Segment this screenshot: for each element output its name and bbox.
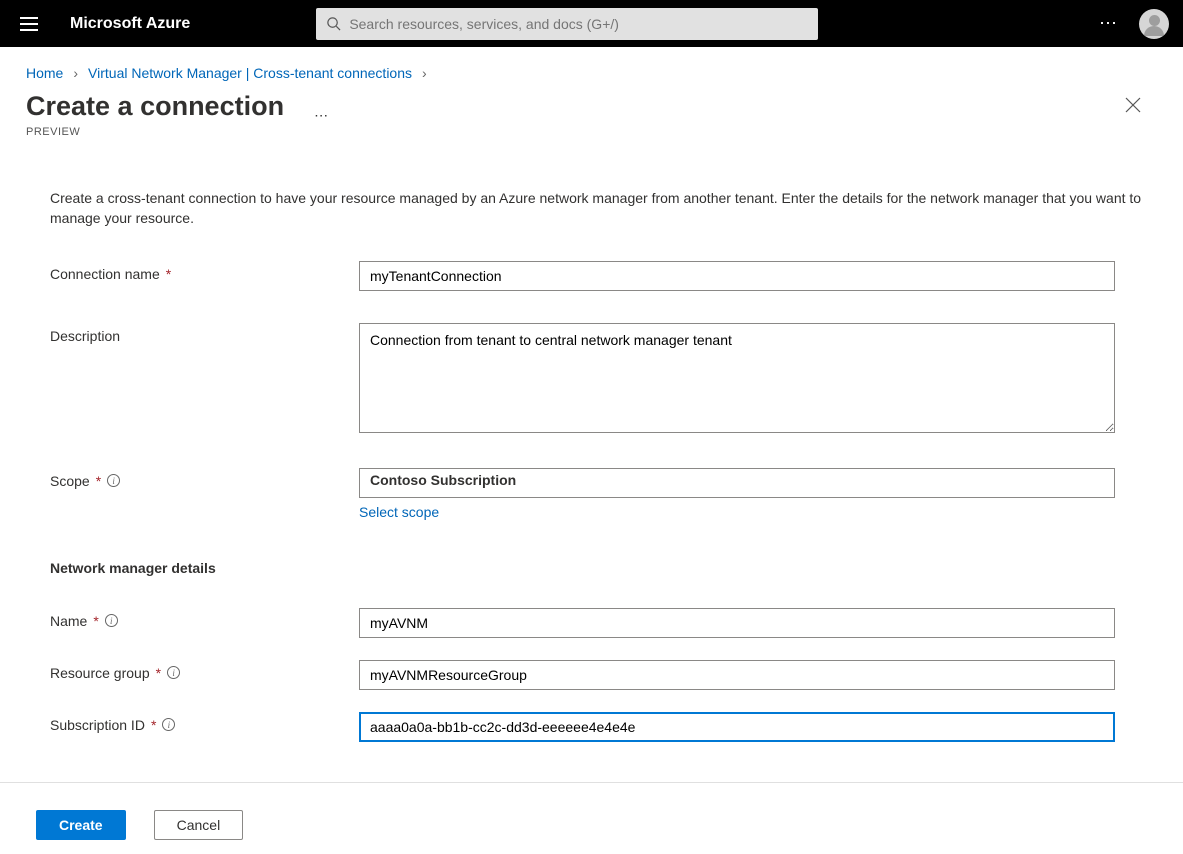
footer: Create Cancel <box>0 796 1183 854</box>
top-bar: Microsoft Azure ⋯ <box>0 0 1183 47</box>
connection-name-input[interactable] <box>359 261 1115 291</box>
chevron-right-icon: › <box>73 65 78 81</box>
user-avatar[interactable] <box>1139 9 1169 39</box>
description-label: Description <box>50 323 359 344</box>
resource-group-input[interactable] <box>359 660 1115 690</box>
breadcrumb-vnm[interactable]: Virtual Network Manager | Cross-tenant c… <box>88 65 412 81</box>
search-icon <box>326 16 341 31</box>
preview-badge: PREVIEW <box>0 126 1183 138</box>
footer-divider <box>0 782 1183 783</box>
search-input[interactable] <box>349 16 808 32</box>
nm-name-input[interactable] <box>359 608 1115 638</box>
page-header: Create a connection ⋯ <box>0 81 1183 124</box>
resource-group-label: Resource group* i <box>50 660 359 681</box>
cancel-button[interactable]: Cancel <box>154 810 244 840</box>
info-icon[interactable]: i <box>105 614 118 627</box>
intro-text: Create a cross-tenant connection to have… <box>50 188 1157 229</box>
connection-name-label: Connection name* <box>50 261 359 282</box>
breadcrumb-home[interactable]: Home <box>26 65 63 81</box>
scope-label: Scope* i <box>50 468 359 489</box>
info-icon[interactable]: i <box>107 474 120 487</box>
info-icon[interactable]: i <box>162 718 175 731</box>
scope-display: Contoso Subscription <box>359 468 1115 498</box>
network-manager-details-heading: Network manager details <box>50 560 1157 576</box>
close-icon[interactable] <box>1119 91 1147 124</box>
page-more-icon[interactable]: ⋯ <box>314 107 330 124</box>
select-scope-link[interactable]: Select scope <box>359 504 439 520</box>
info-icon[interactable]: i <box>167 666 180 679</box>
subscription-id-input[interactable] <box>359 712 1115 742</box>
description-input[interactable] <box>359 323 1115 433</box>
page-title: Create a connection <box>26 91 284 122</box>
brand-label[interactable]: Microsoft Azure <box>70 15 190 33</box>
global-search[interactable] <box>316 8 818 40</box>
create-button[interactable]: Create <box>36 810 126 840</box>
breadcrumb: Home › Virtual Network Manager | Cross-t… <box>0 47 1183 81</box>
subscription-id-label: Subscription ID* i <box>50 712 359 733</box>
hamburger-menu-icon[interactable] <box>14 11 46 37</box>
form-area: Create a cross-tenant connection to have… <box>0 138 1183 772</box>
chevron-right-icon: › <box>422 65 427 81</box>
more-actions-icon[interactable]: ⋯ <box>1099 13 1119 34</box>
nm-name-label: Name* i <box>50 608 359 629</box>
